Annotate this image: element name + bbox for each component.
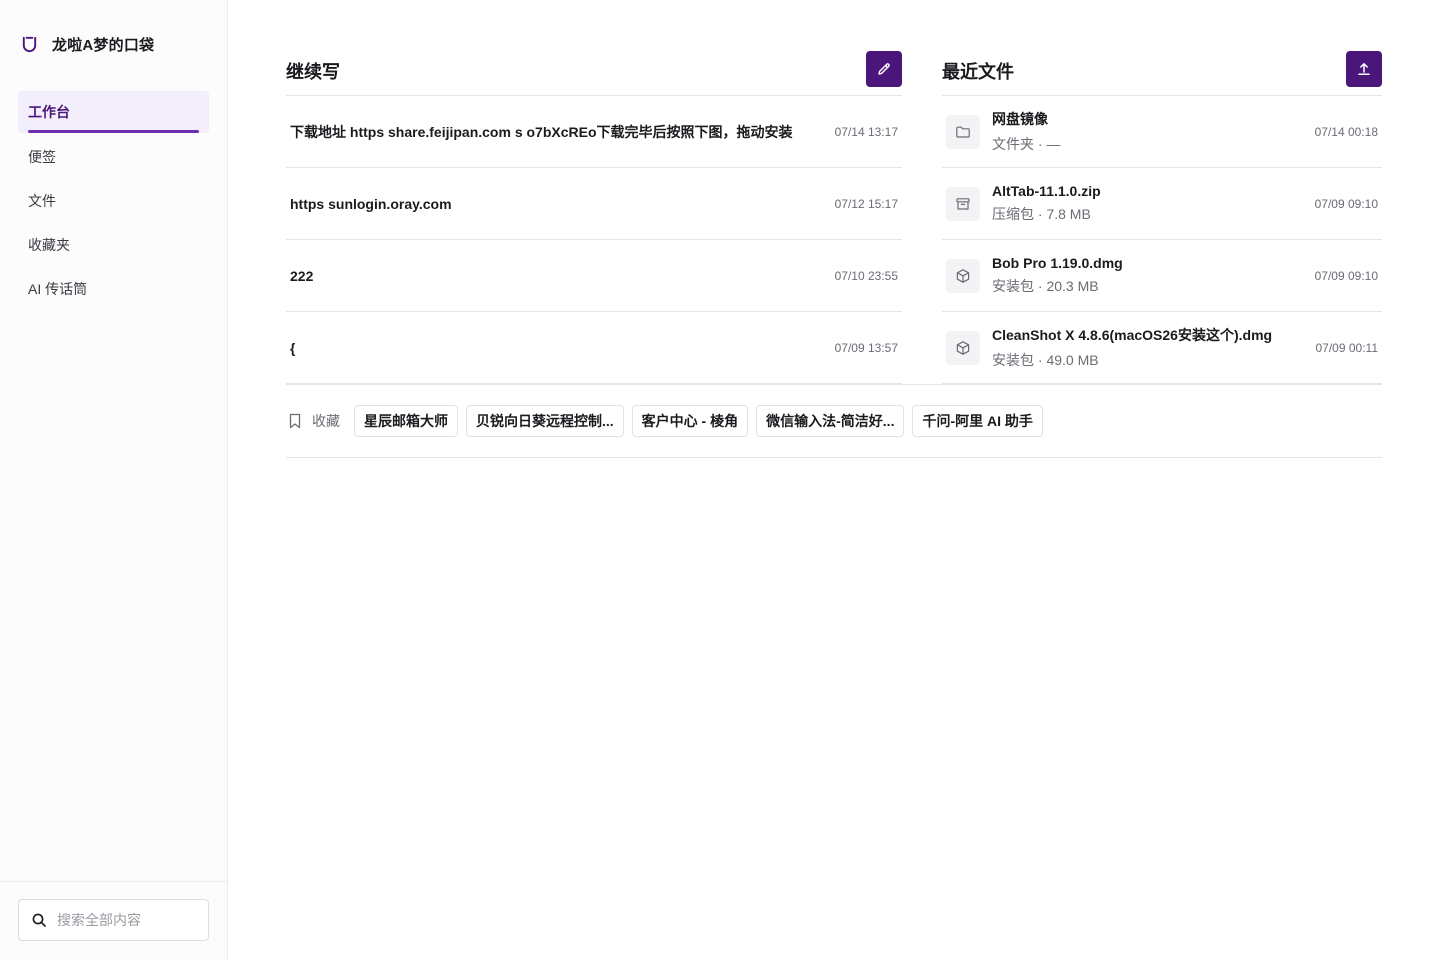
sidebar-item-ai-messenger[interactable]: AI 传话筒 [18, 269, 209, 309]
file-row[interactable]: AltTab-11.1.0.zip 压缩包 · 7.8 MB 07/09 09:… [942, 168, 1382, 240]
bookmark-chip[interactable]: 客户中心 - 棱角 [631, 405, 749, 437]
file-row[interactable]: CleanShot X 4.8.6(macOS26安装这个).dmg 安装包 ·… [942, 312, 1382, 384]
note-time: 07/10 23:55 [834, 268, 898, 283]
file-row[interactable]: 网盘镜像 文件夹 · — 07/14 00:18 [942, 96, 1382, 168]
file-row[interactable]: Bob Pro 1.19.0.dmg 安装包 · 20.3 MB 07/09 0… [942, 240, 1382, 312]
file-name: Bob Pro 1.19.0.dmg [992, 255, 1123, 271]
file-meta: 安装包 · 20.3 MB [992, 278, 1099, 294]
file-time: 07/09 09:10 [1314, 268, 1378, 283]
continue-writing-panel: 继续写 下载地址 https share.feijipan.com s o7bX… [286, 50, 902, 384]
app-name: 龙啦A梦的口袋 [52, 37, 155, 54]
file-name: 网盘镜像 [992, 111, 1048, 127]
sidebar-nav: 工作台 便签 文件 收藏夹 AI 传话筒 [18, 91, 209, 313]
main-content: 继续写 下载地址 https share.feijipan.com s o7bX… [228, 0, 1440, 960]
folder-icon [946, 114, 980, 149]
file-name: CleanShot X 4.8.6(macOS26安装这个).dmg [992, 327, 1273, 343]
package-icon [946, 258, 980, 293]
note-title: https sunlogin.oray.com [290, 195, 452, 212]
archive-icon [946, 186, 980, 221]
package-icon [946, 330, 980, 365]
note-row[interactable]: 222 07/10 23:55 [286, 240, 902, 312]
bookmarks-bar: 收藏 星辰邮箱大师 贝锐向日葵远程控制... 客户中心 - 棱角 微信输入法-简… [286, 384, 1382, 458]
search-icon [32, 913, 46, 927]
file-time: 07/09 09:10 [1314, 196, 1378, 211]
bookmark-icon [289, 413, 301, 429]
new-note-button[interactable] [866, 50, 902, 87]
note-title: { [290, 339, 296, 356]
search-box[interactable] [18, 899, 209, 941]
recent-files-header: 最近文件 [942, 50, 1382, 96]
file-time: 07/09 00:11 [1315, 340, 1378, 355]
note-row[interactable]: https sunlogin.oray.com 07/12 15:17 [286, 168, 902, 240]
bookmarks-label-text: 收藏 [312, 413, 340, 429]
note-time: 07/09 13:57 [834, 340, 898, 355]
sidebar-item-notes[interactable]: 便签 [18, 137, 209, 177]
sidebar-item-bookmarks[interactable]: 收藏夹 [18, 225, 209, 265]
sidebar-item-workbench[interactable]: 工作台 [18, 91, 209, 133]
upload-icon [1358, 62, 1370, 75]
file-name: AltTab-11.1.0.zip [992, 183, 1101, 199]
continue-writing-header: 继续写 [286, 50, 902, 96]
bookmark-chip[interactable]: 贝锐向日葵远程控制... [466, 405, 624, 437]
file-meta: 压缩包 · 7.8 MB [992, 206, 1091, 222]
note-title: 222 [290, 267, 314, 284]
file-time: 07/14 00:18 [1314, 124, 1378, 139]
file-meta: 安装包 · 49.0 MB [992, 352, 1099, 368]
bookmarks-label: 收藏 [286, 411, 340, 431]
note-title: 下载地址 https share.feijipan.com s o7bXcREo… [290, 123, 793, 140]
sidebar: 龙啦A梦的口袋 工作台 便签 文件 收藏夹 AI 传话筒 [0, 0, 228, 960]
recent-files-title: 最近文件 [942, 61, 1014, 82]
upload-button[interactable] [1346, 50, 1382, 87]
bookmark-chip[interactable]: 星辰邮箱大师 [354, 405, 458, 437]
continue-writing-title: 继续写 [286, 61, 340, 82]
note-time: 07/14 13:17 [834, 124, 898, 139]
bookmark-chip[interactable]: 千问-阿里 AI 助手 [912, 405, 1043, 437]
sidebar-footer [0, 881, 227, 941]
recent-files-panel: 最近文件 网盘镜像 文件夹 · — 07/14 00:18 AltTab-11.… [942, 50, 1382, 384]
file-meta: 文件夹 · — [992, 136, 1061, 152]
note-row[interactable]: { 07/09 13:57 [286, 312, 902, 384]
note-time: 07/12 15:17 [834, 196, 898, 211]
search-input[interactable] [57, 912, 197, 928]
pencil-icon [878, 62, 890, 75]
app-logo-icon [22, 36, 37, 53]
sidebar-item-files[interactable]: 文件 [18, 181, 209, 221]
bookmark-chip[interactable]: 微信输入法-简洁好... [756, 405, 905, 437]
note-row[interactable]: 下载地址 https share.feijipan.com s o7bXcREo… [286, 96, 902, 168]
brand[interactable]: 龙啦A梦的口袋 [20, 34, 154, 55]
